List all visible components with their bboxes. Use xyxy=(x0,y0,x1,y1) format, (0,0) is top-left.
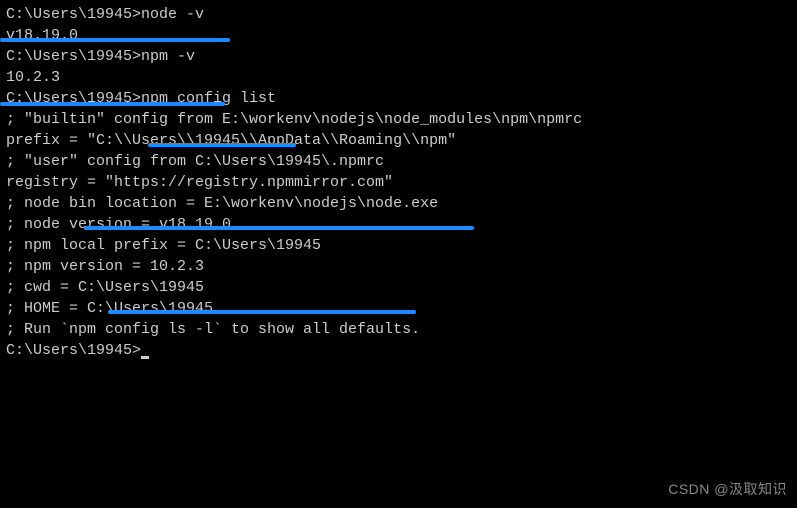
output-line: ; node version = v18.19.0 xyxy=(6,214,791,235)
output-line: 10.2.3 xyxy=(6,67,791,88)
highlight-underline xyxy=(0,102,225,106)
output-line: registry = "https://registry.npmmirror.c… xyxy=(6,172,791,193)
output-line: prefix = "C:\\Users\\19945\\AppData\\Roa… xyxy=(6,130,791,151)
prompt-text: C:\Users\19945> xyxy=(6,342,141,359)
output-line: ; "user" config from C:\Users\19945\.npm… xyxy=(6,151,791,172)
output-line: ; npm local prefix = C:\Users\19945 xyxy=(6,235,791,256)
output-line: ; HOME = C:\Users\19945 xyxy=(6,298,791,319)
highlight-underline xyxy=(84,226,474,230)
output-line: ; "builtin" config from E:\workenv\nodej… xyxy=(6,109,791,130)
highlight-underline xyxy=(0,38,230,42)
output-line: ; npm version = 10.2.3 xyxy=(6,256,791,277)
command-line: C:\Users\19945>node -v xyxy=(6,4,791,25)
highlight-underline xyxy=(108,310,416,314)
command-line: C:\Users\19945>npm -v xyxy=(6,46,791,67)
watermark-text: CSDN @汲取知识 xyxy=(668,480,787,500)
output-line: v18.19.0 xyxy=(6,25,791,46)
cursor-icon xyxy=(141,356,149,359)
output-line: ; Run `npm config ls -l` to show all def… xyxy=(6,319,791,340)
output-line: ; cwd = C:\Users\19945 xyxy=(6,277,791,298)
output-line: ; node bin location = E:\workenv\nodejs\… xyxy=(6,193,791,214)
terminal-output[interactable]: C:\Users\19945>node -v v18.19.0 C:\Users… xyxy=(6,4,791,361)
highlight-underline xyxy=(148,143,296,147)
prompt-line[interactable]: C:\Users\19945> xyxy=(6,340,791,361)
